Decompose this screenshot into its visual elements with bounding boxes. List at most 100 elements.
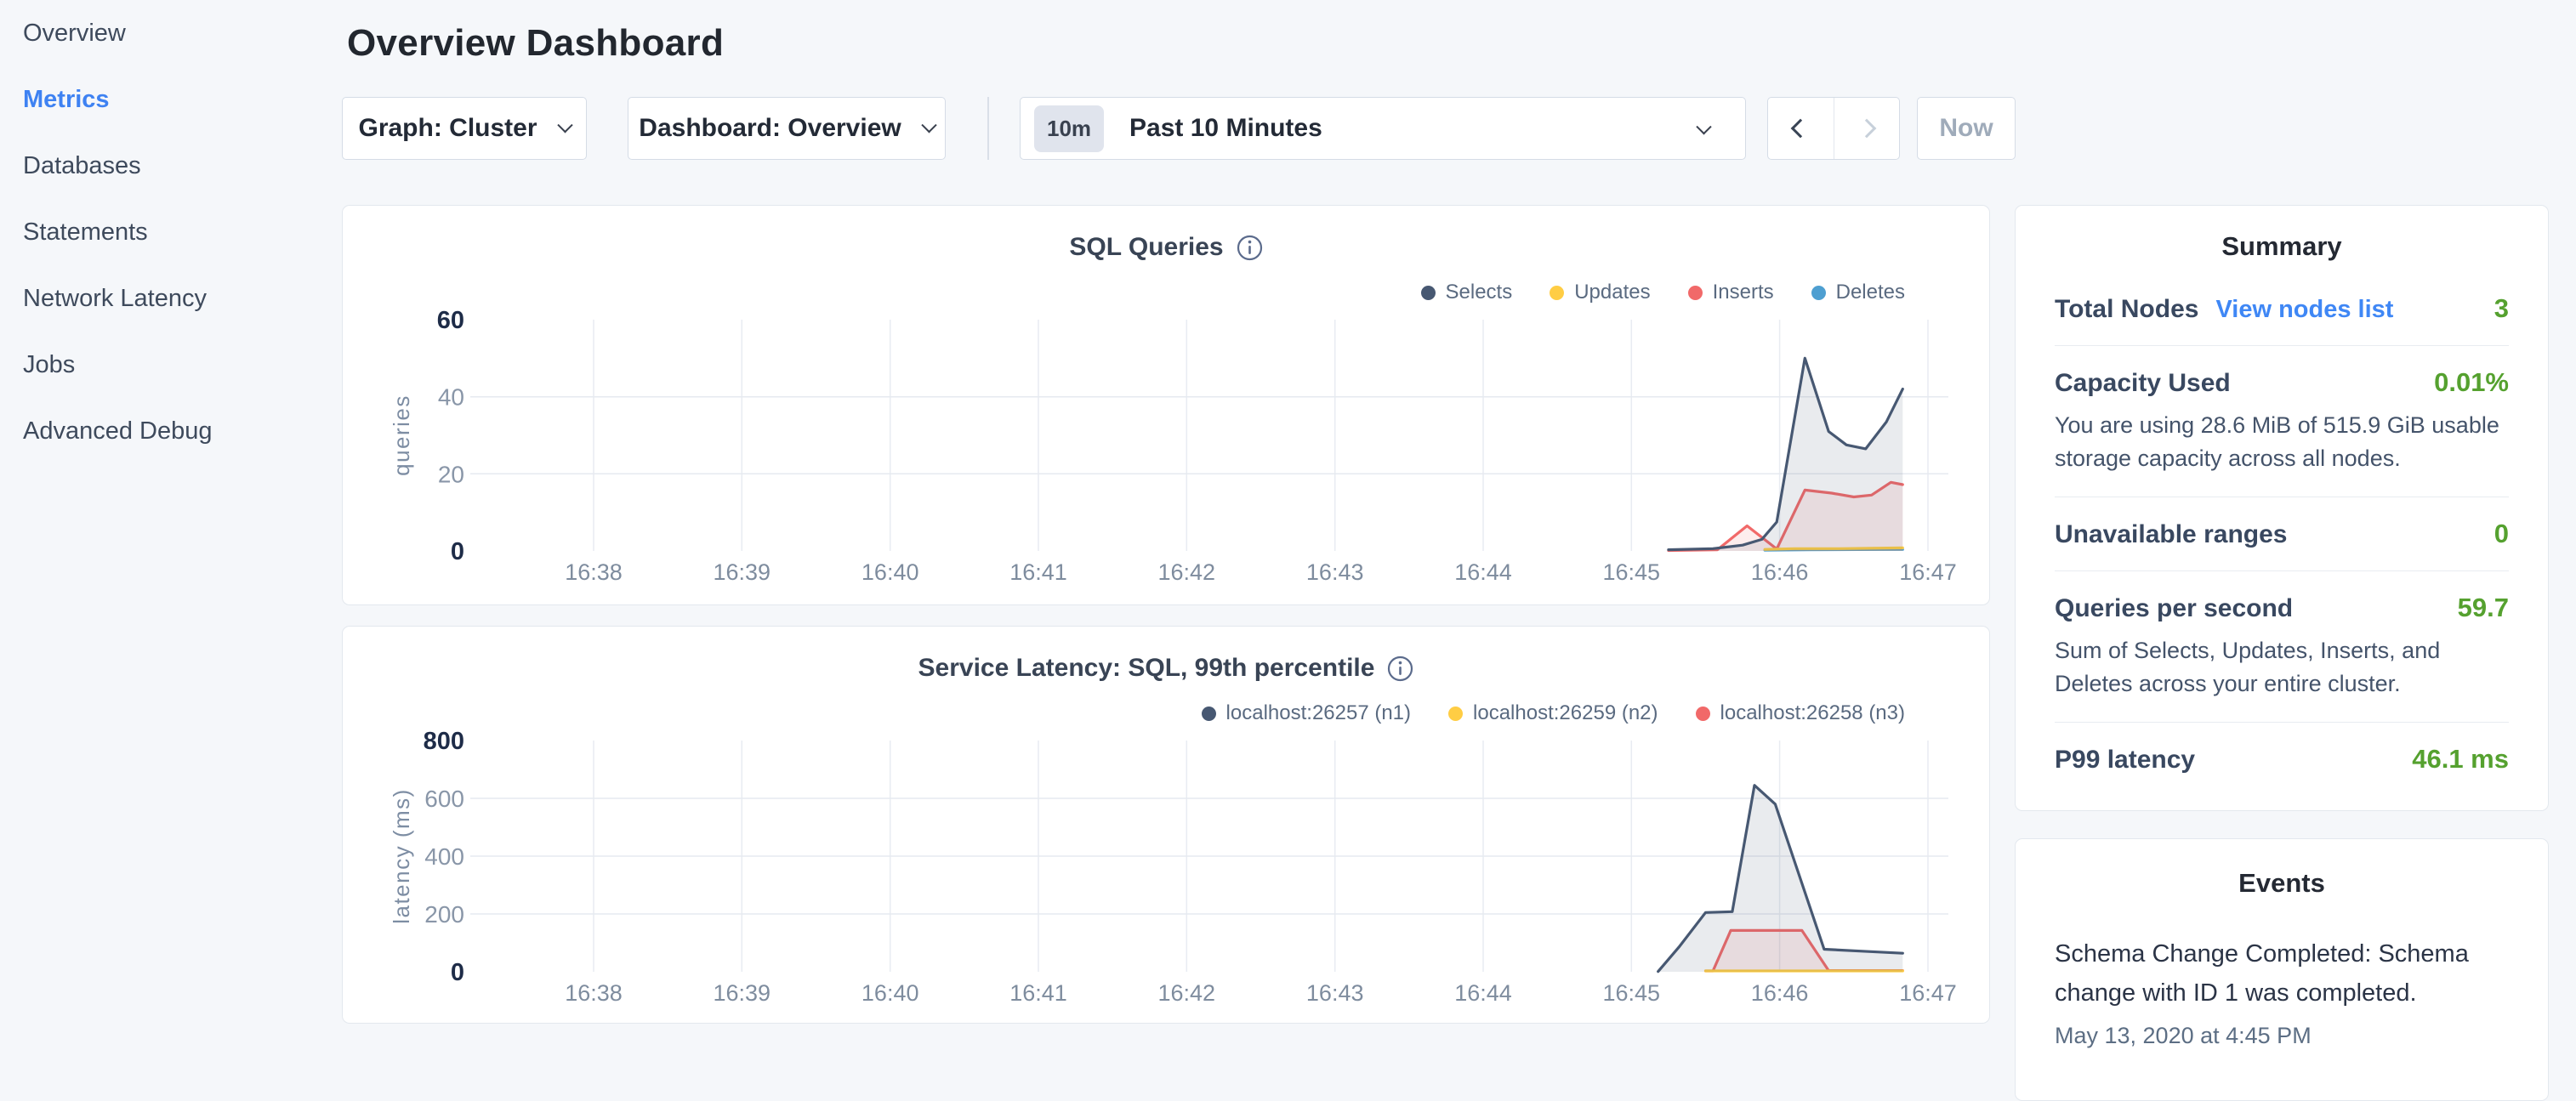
chart-plot: 16:38 16:39 16:40 16:41 16:42 16:43 16:44 16:45… xyxy=(343,720,1987,1022)
svg-text:16:39: 16:39 xyxy=(714,559,771,585)
svg-text:16:45: 16:45 xyxy=(1603,559,1661,585)
legend-dot-icon xyxy=(1696,707,1710,721)
summary-row-value: 0 xyxy=(2494,519,2509,549)
summary-row-value: 0.01% xyxy=(2434,367,2509,398)
chart-plot: 16:38 16:39 16:40 16:41 16:42 16:43 16:44 16:45… xyxy=(343,299,1987,601)
summary-row-p99-latency: P99 latency 46.1 ms xyxy=(2055,723,2509,780)
view-nodes-list-link[interactable]: View nodes list xyxy=(2215,296,2393,324)
now-button[interactable]: Now xyxy=(1917,97,2016,160)
svg-text:400: 400 xyxy=(424,843,464,870)
event-item[interactable]: Schema Change Completed: Schema change w… xyxy=(2055,934,2509,1049)
legend-dot-icon xyxy=(1448,707,1463,721)
page-title: Overview Dashboard xyxy=(347,22,2549,65)
graph-scope-dropdown[interactable]: Graph: Cluster xyxy=(342,97,587,160)
summary-row-label: Total Nodes xyxy=(2055,295,2198,324)
right-column: Summary Total Nodes View nodes list 3 Ca… xyxy=(2015,205,2549,1101)
svg-text:16:43: 16:43 xyxy=(1306,559,1364,585)
sidebar-item-databases[interactable]: Databases xyxy=(0,133,342,199)
svg-text:16:43: 16:43 xyxy=(1306,980,1364,1006)
info-icon[interactable] xyxy=(1237,235,1263,261)
time-range-selector[interactable]: 10m Past 10 Minutes xyxy=(1020,97,1746,160)
events-card: Events Schema Change Completed: Schema c… xyxy=(2015,838,2549,1101)
svg-text:0: 0 xyxy=(451,959,464,986)
dashboard-dropdown-label: Dashboard: Overview xyxy=(639,114,901,143)
event-message: Schema Change Completed: Schema change w… xyxy=(2055,934,2509,1013)
event-timestamp: May 13, 2020 at 4:45 PM xyxy=(2055,1023,2509,1049)
legend-dot-icon xyxy=(1202,707,1216,721)
dashboard-dropdown[interactable]: Dashboard: Overview xyxy=(628,97,946,160)
svg-text:60: 60 xyxy=(437,307,464,334)
svg-text:16:40: 16:40 xyxy=(862,980,919,1006)
time-step-buttons xyxy=(1767,97,1900,160)
time-step-back-button[interactable] xyxy=(1768,98,1834,159)
svg-text:16:41: 16:41 xyxy=(1009,980,1067,1006)
sidebar-item-statements[interactable]: Statements xyxy=(0,199,342,265)
sidebar-item-network-latency[interactable]: Network Latency xyxy=(0,265,342,332)
chart-title: Service Latency: SQL, 99th percentile xyxy=(918,654,1375,683)
legend-dot-icon xyxy=(1550,286,1564,300)
sidebar-item-advanced-debug[interactable]: Advanced Debug xyxy=(0,398,342,464)
summary-card: Summary Total Nodes View nodes list 3 Ca… xyxy=(2015,205,2549,811)
summary-row-capacity-used: Capacity Used 0.01% You are using 28.6 M… xyxy=(2055,346,2509,497)
svg-text:16:45: 16:45 xyxy=(1603,980,1661,1006)
summary-row-label: Queries per second xyxy=(2055,594,2293,623)
time-window-label: Past 10 Minutes xyxy=(1129,114,1322,143)
summary-row-value: 3 xyxy=(2494,293,2509,324)
svg-text:16:42: 16:42 xyxy=(1158,559,1216,585)
svg-text:16:38: 16:38 xyxy=(565,559,623,585)
svg-text:latency (ms): latency (ms) xyxy=(389,788,414,924)
summary-row-description: Sum of Selects, Updates, Inserts, and De… xyxy=(2055,634,2509,701)
summary-row-queries-per-second: Queries per second 59.7 Sum of Selects, … xyxy=(2055,571,2509,723)
chevron-left-icon xyxy=(1791,119,1811,139)
svg-text:16:46: 16:46 xyxy=(1751,559,1809,585)
svg-text:0: 0 xyxy=(451,538,464,565)
summary-row-label: P99 latency xyxy=(2055,746,2195,775)
svg-text:800: 800 xyxy=(424,728,464,755)
summary-row-value: 46.1 ms xyxy=(2412,744,2509,775)
charts-column: SQL Queries SelectsUpdatesInsertsDeletes… xyxy=(342,205,1990,1024)
graph-scope-dropdown-label: Graph: Cluster xyxy=(358,114,537,143)
service-latency-chart-panel: Service Latency: SQL, 99th percentile lo… xyxy=(342,626,1990,1024)
chevron-right-icon xyxy=(1857,119,1876,139)
events-title: Events xyxy=(2055,868,2509,909)
legend-dot-icon xyxy=(1421,286,1436,300)
svg-text:16:44: 16:44 xyxy=(1454,559,1512,585)
sidebar-item-metrics[interactable]: Metrics xyxy=(0,66,342,133)
chevron-down-icon xyxy=(921,117,936,133)
svg-text:16:42: 16:42 xyxy=(1158,980,1216,1006)
summary-row-description: You are using 28.6 MiB of 515.9 GiB usab… xyxy=(2055,409,2509,475)
sidebar-item-jobs[interactable]: Jobs xyxy=(0,332,342,398)
dashboard-body: SQL Queries SelectsUpdatesInsertsDeletes… xyxy=(342,205,2549,1101)
summary-row-total-nodes: Total Nodes View nodes list 3 xyxy=(2055,272,2509,346)
sidebar-item-overview[interactable]: Overview xyxy=(0,0,342,66)
chart-title: SQL Queries xyxy=(1069,233,1223,262)
summary-row-label: Unavailable ranges xyxy=(2055,520,2287,549)
svg-text:16:47: 16:47 xyxy=(1899,559,1957,585)
time-window-badge: 10m xyxy=(1034,105,1104,152)
summary-title: Summary xyxy=(2055,231,2509,272)
time-step-forward-button[interactable] xyxy=(1834,98,1900,159)
svg-text:16:39: 16:39 xyxy=(714,980,771,1006)
legend-dot-icon xyxy=(1688,286,1703,300)
sidebar: Overview Metrics Databases Statements Ne… xyxy=(0,0,342,1101)
svg-text:600: 600 xyxy=(424,786,464,812)
chevron-down-icon xyxy=(1696,119,1711,134)
app-root: Overview Metrics Databases Statements Ne… xyxy=(0,0,2576,1101)
summary-row-unavailable-ranges: Unavailable ranges 0 xyxy=(2055,497,2509,571)
summary-row-label: Capacity Used xyxy=(2055,369,2231,398)
svg-text:16:41: 16:41 xyxy=(1009,559,1067,585)
svg-text:16:40: 16:40 xyxy=(862,559,919,585)
svg-text:queries: queries xyxy=(389,394,414,476)
info-icon[interactable] xyxy=(1387,655,1413,682)
chevron-down-icon xyxy=(557,117,572,133)
svg-text:40: 40 xyxy=(438,384,464,411)
svg-text:200: 200 xyxy=(424,901,464,928)
svg-text:16:46: 16:46 xyxy=(1751,980,1809,1006)
svg-text:20: 20 xyxy=(438,461,464,487)
svg-text:16:47: 16:47 xyxy=(1899,980,1957,1006)
main-content: Overview Dashboard Graph: Cluster Dashbo… xyxy=(342,0,2576,1101)
svg-text:16:38: 16:38 xyxy=(565,980,623,1006)
summary-row-value: 59.7 xyxy=(2458,593,2509,623)
legend-dot-icon xyxy=(1811,286,1826,300)
svg-text:16:44: 16:44 xyxy=(1454,980,1512,1006)
